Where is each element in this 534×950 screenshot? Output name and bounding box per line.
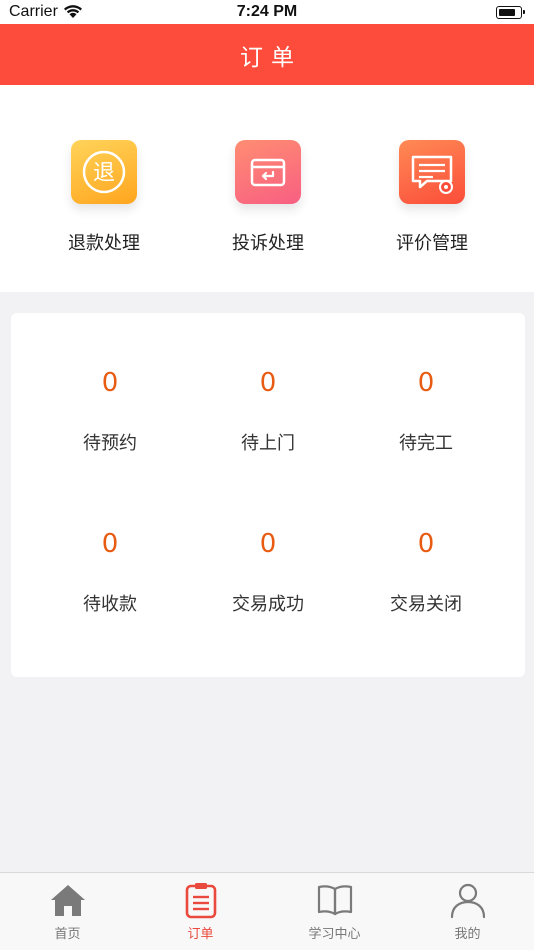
stat-pending-visit[interactable]: 0 待上门 bbox=[188, 365, 348, 475]
tab-label: 我的 bbox=[454, 927, 481, 942]
stat-count: 0 bbox=[417, 529, 435, 559]
stat-count: 0 bbox=[259, 368, 277, 398]
complaint-label: 投诉处理 bbox=[232, 233, 304, 254]
complaint-box-icon bbox=[235, 140, 301, 204]
home-icon bbox=[48, 879, 88, 921]
stat-pending-appointment[interactable]: 0 待预约 bbox=[30, 365, 190, 475]
stat-pending-payment[interactable]: 0 待收款 bbox=[30, 526, 190, 636]
stat-transaction-success[interactable]: 0 交易成功 bbox=[188, 526, 348, 636]
tab-learning-center[interactable]: 学习中心 bbox=[268, 879, 401, 945]
battery-icon bbox=[496, 6, 525, 19]
stat-transaction-closed[interactable]: 0 交易关闭 bbox=[346, 526, 506, 636]
stat-label: 交易成功 bbox=[232, 594, 304, 615]
review-management-icon bbox=[399, 140, 465, 204]
stat-count: 0 bbox=[259, 529, 277, 559]
tab-label: 订单 bbox=[187, 927, 214, 942]
order-stats-card: 0 待预约 0 待上门 0 待完工 0 待收款 0 交易成功 0 交易关闭 bbox=[11, 313, 525, 677]
user-icon bbox=[448, 879, 488, 921]
order-list-icon bbox=[181, 879, 221, 921]
stat-label: 待上门 bbox=[241, 433, 295, 454]
review-shortcut[interactable]: 评价管理 bbox=[352, 140, 512, 260]
complaint-shortcut[interactable]: 投诉处理 bbox=[188, 140, 348, 260]
tab-home[interactable]: 首页 bbox=[1, 879, 134, 945]
tab-orders[interactable]: 订单 bbox=[134, 879, 267, 945]
tab-bar: 首页 订单 学习中心 我的 bbox=[0, 872, 534, 950]
book-icon bbox=[315, 879, 355, 921]
stat-label: 待预约 bbox=[83, 433, 137, 454]
shortcut-panel: 退 退款处理 投诉处理 评价管理 bbox=[0, 85, 534, 292]
clock: 7:24 PM bbox=[236, 3, 298, 20]
stat-pending-completion[interactable]: 0 待完工 bbox=[346, 365, 506, 475]
refund-icon: 退 bbox=[71, 140, 137, 204]
stat-count: 0 bbox=[101, 529, 119, 559]
review-label: 评价管理 bbox=[396, 233, 468, 254]
stat-label: 待收款 bbox=[83, 594, 137, 615]
refund-glyph: 退 bbox=[93, 161, 115, 186]
stat-label: 交易关闭 bbox=[390, 594, 462, 615]
stat-count: 0 bbox=[417, 368, 435, 398]
tab-label: 首页 bbox=[54, 927, 81, 942]
status-bar: Carrier 7:24 PM bbox=[0, 0, 534, 24]
refund-label: 退款处理 bbox=[68, 233, 140, 254]
nav-bar: 订单 bbox=[0, 24, 534, 85]
stat-label: 待完工 bbox=[399, 433, 453, 454]
refund-shortcut[interactable]: 退 退款处理 bbox=[24, 140, 184, 260]
tab-label: 学习中心 bbox=[308, 927, 361, 942]
page-title: 订单 bbox=[240, 44, 302, 71]
stat-count: 0 bbox=[101, 368, 119, 398]
tab-me[interactable]: 我的 bbox=[401, 879, 534, 945]
